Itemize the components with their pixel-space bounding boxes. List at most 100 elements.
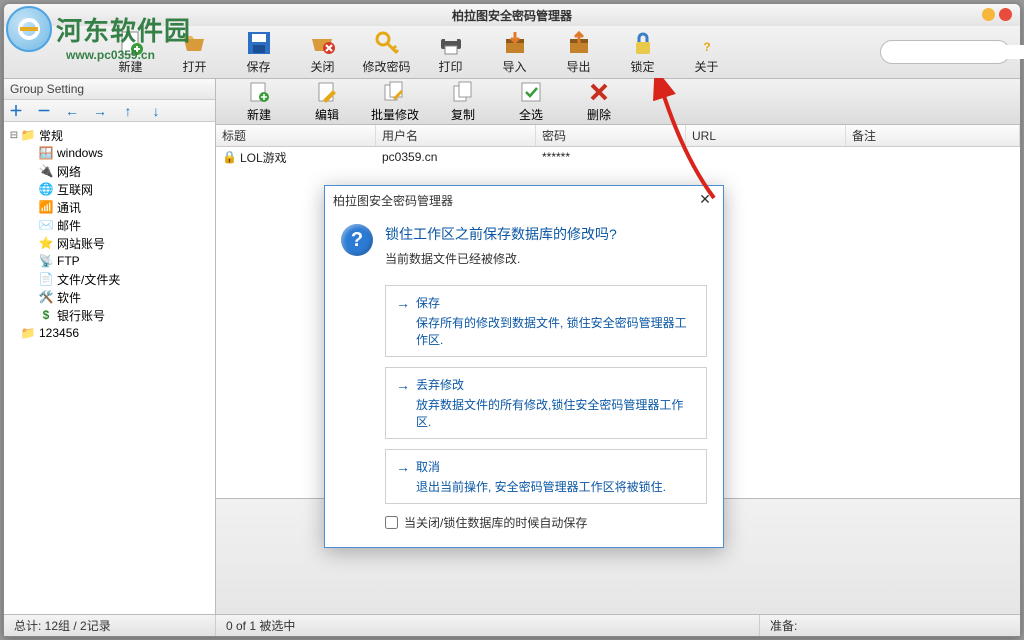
tree-item[interactable]: 🪟windows	[24, 144, 213, 162]
close-window-button[interactable]	[999, 8, 1012, 21]
option-title: 丢弃修改	[416, 376, 464, 393]
tb-label: 修改密码	[362, 58, 410, 75]
tb-lock[interactable]: 锁定	[616, 27, 669, 77]
col-pwd[interactable]: 密码	[536, 125, 686, 146]
tree-root-2[interactable]: 📁 123456	[6, 324, 213, 342]
arrow-right-icon: →	[396, 377, 410, 393]
expand-icon[interactable]: ⊟	[8, 130, 20, 141]
tree-item[interactable]: 🌐互联网	[24, 180, 213, 198]
lock-small-icon: 🔒	[222, 150, 237, 164]
tree-label: 网络	[57, 163, 81, 180]
cell-user: pc0359.cn	[376, 150, 536, 164]
dialog-close-button[interactable]: ✕	[695, 190, 715, 210]
option-desc: 保存所有的修改到数据文件, 锁住安全密码管理器工作区.	[396, 314, 696, 348]
tb-label: 打开	[182, 58, 206, 75]
tree-label: 通讯	[57, 199, 81, 216]
st-label: 全选	[519, 106, 543, 123]
tree-item[interactable]: 📡FTP	[24, 252, 213, 270]
tb-label: 打印	[438, 58, 462, 75]
tb-changepw[interactable]: 修改密码	[360, 27, 413, 77]
list-header: 标题 用户名 密码 URL 备注	[216, 125, 1020, 147]
tb-about[interactable]: ? 关于	[680, 27, 733, 77]
tree-root[interactable]: ⊟ 📁 常规	[6, 126, 213, 144]
tree-item[interactable]: 📄文件/文件夹	[24, 270, 213, 288]
tb-label: 关于	[694, 58, 718, 75]
soft-icon: 🛠️	[38, 289, 54, 305]
option-desc: 放弃数据文件的所有修改,锁住安全密码管理器工作区.	[396, 396, 696, 430]
file-icon: 📄	[38, 271, 54, 287]
group-up-button[interactable]: ↑	[120, 103, 136, 119]
dialog-option-2[interactable]: →取消退出当前操作, 安全密码管理器工作区将被锁住.	[385, 449, 707, 504]
tree-label: 常规	[39, 127, 63, 144]
group-remove-button[interactable]: －	[36, 101, 52, 121]
arrow-right-icon: →	[396, 459, 410, 475]
tree-item[interactable]: 📶通讯	[24, 198, 213, 216]
secondary-toolbar: 新建 编辑 批量修改 复制 全选 删除	[216, 79, 1020, 125]
close-file-icon	[309, 29, 337, 57]
folder-icon: 📁	[20, 325, 36, 341]
st-copy[interactable]: 复制	[434, 80, 492, 123]
tb-save[interactable]: 保存	[232, 27, 285, 77]
tb-label: 导入	[502, 58, 526, 75]
dialog-titlebar: 柏拉图安全密码管理器 ✕	[325, 186, 723, 214]
tree-label: 软件	[57, 289, 81, 306]
batch-edit-icon	[383, 80, 407, 104]
st-label: 新建	[247, 106, 271, 123]
st-new[interactable]: 新建	[230, 80, 288, 123]
st-delete[interactable]: 删除	[570, 80, 628, 123]
tb-open[interactable]: 打开	[168, 27, 221, 77]
tree-label: 银行账号	[57, 307, 105, 324]
search-input[interactable]	[889, 45, 1024, 59]
group-left-button[interactable]: ←	[64, 103, 80, 119]
mail-icon: ✉️	[38, 217, 54, 233]
col-title[interactable]: 标题	[216, 125, 376, 146]
key-icon	[373, 29, 401, 57]
autosave-checkbox-label[interactable]: 当关闭/锁住数据库的时候自动保存	[385, 514, 707, 531]
col-note[interactable]: 备注	[846, 125, 1020, 146]
tree-item[interactable]: 🔌网络	[24, 162, 213, 180]
minimize-button[interactable]	[982, 8, 995, 21]
dialog-option-1[interactable]: → 丢弃修改放弃数据文件的所有修改,锁住安全密码管理器工作区.	[385, 367, 707, 439]
copy-icon	[451, 80, 475, 104]
group-down-button[interactable]: ↓	[148, 103, 164, 119]
tb-print[interactable]: 打印	[424, 27, 477, 77]
tb-label: 导出	[566, 58, 590, 75]
export-icon	[565, 29, 593, 57]
col-user[interactable]: 用户名	[376, 125, 536, 146]
group-right-button[interactable]: →	[92, 103, 108, 119]
tb-label: 保存	[246, 58, 270, 75]
st-edit[interactable]: 编辑	[298, 80, 356, 123]
st-selall[interactable]: 全选	[502, 80, 560, 123]
table-row[interactable]: 🔒LOL游戏 pc0359.cn ******	[216, 147, 1020, 167]
tree-label: 邮件	[57, 217, 81, 234]
question-mark-icon: ?	[341, 224, 373, 256]
tree-label: 互联网	[57, 181, 93, 198]
col-url[interactable]: URL	[686, 125, 846, 146]
folder-open-icon	[181, 29, 209, 57]
question-icon: ?	[693, 29, 721, 57]
st-batch[interactable]: 批量修改	[366, 80, 424, 123]
tree-label: FTP	[57, 254, 80, 268]
tb-import[interactable]: 导入	[488, 27, 541, 77]
checkbox-text: 当关闭/锁住数据库的时候自动保存	[404, 514, 587, 531]
status-mid: 0 of 1 被选中	[216, 615, 760, 636]
tb-close[interactable]: 关闭	[296, 27, 349, 77]
tree-item[interactable]: $银行账号	[24, 306, 213, 324]
status-left: 总计: 12组 / 2记录	[4, 615, 216, 636]
tree-item[interactable]: 🛠️软件	[24, 288, 213, 306]
st-label: 删除	[587, 106, 611, 123]
tb-new[interactable]: 新建	[104, 27, 157, 77]
tree-label: 文件/文件夹	[57, 271, 120, 288]
search-box[interactable]: 🔍	[880, 40, 1010, 64]
dialog-option-0[interactable]: →保存保存所有的修改到数据文件, 锁住安全密码管理器工作区.	[385, 285, 707, 357]
autosave-checkbox[interactable]	[385, 516, 398, 529]
group-add-button[interactable]: ＋	[8, 101, 24, 121]
tb-export[interactable]: 导出	[552, 27, 605, 77]
edit-icon	[315, 80, 339, 104]
tree-item[interactable]: ⭐网站账号	[24, 234, 213, 252]
svg-text:?: ?	[703, 40, 710, 54]
st-label: 编辑	[315, 106, 339, 123]
ftp-icon: 📡	[38, 253, 54, 269]
tree-item[interactable]: ✉️邮件	[24, 216, 213, 234]
status-right: 准备:	[760, 615, 1020, 636]
